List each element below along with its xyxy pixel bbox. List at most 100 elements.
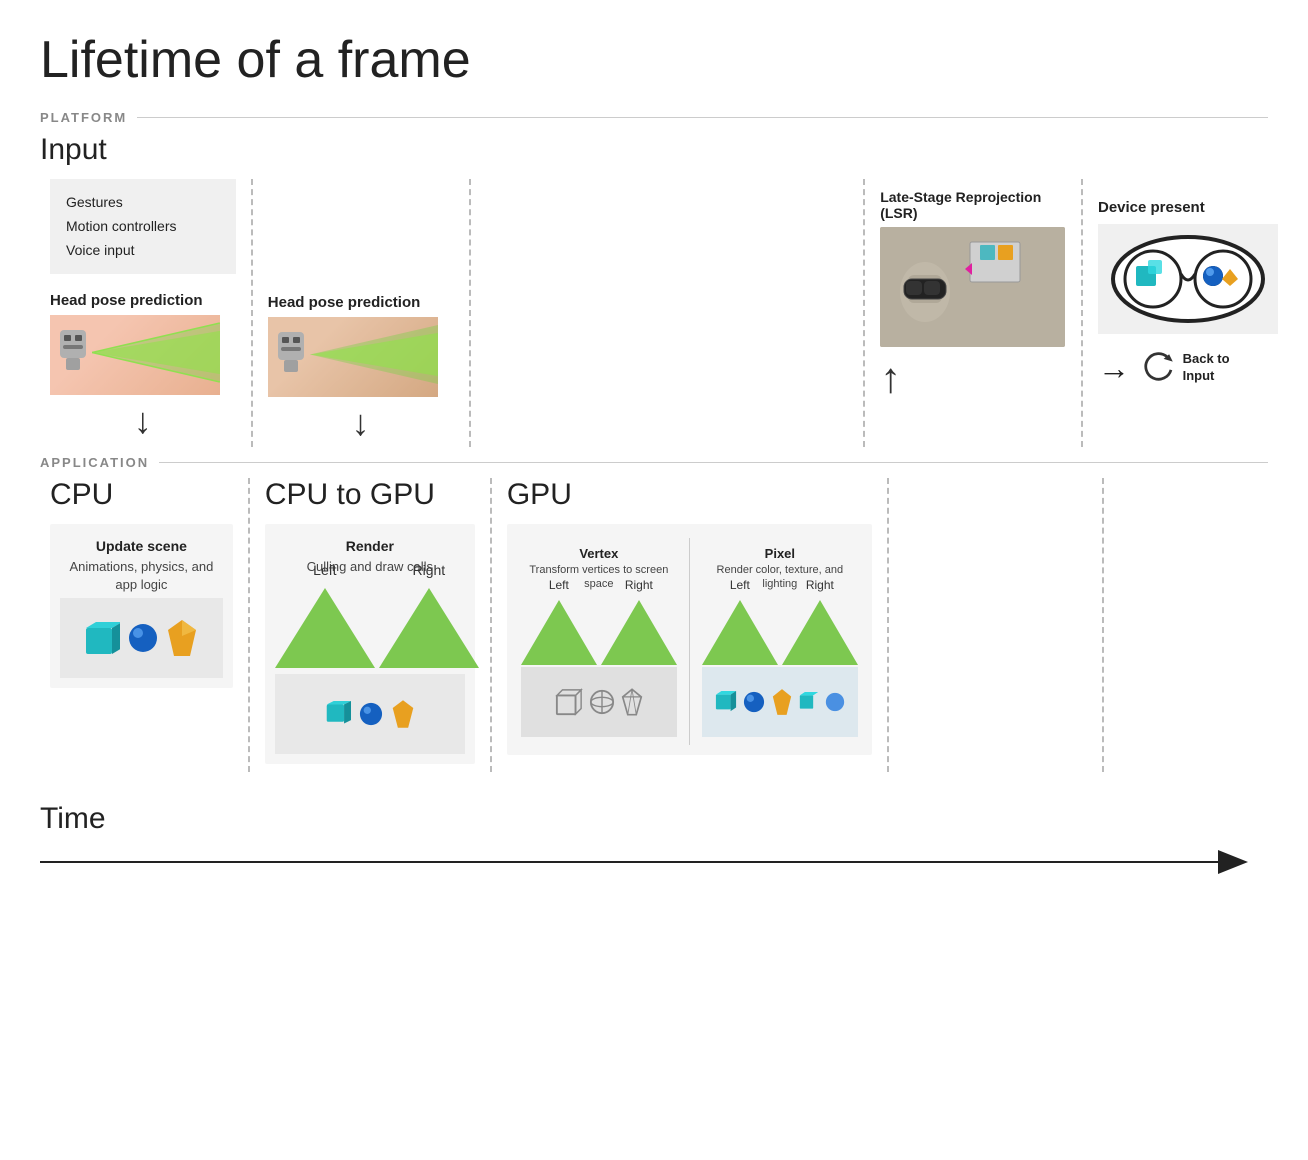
render-triangle-left: Left bbox=[275, 588, 375, 668]
pixel-left-label: Left bbox=[730, 578, 750, 592]
pixel-right-shape: Right bbox=[782, 600, 858, 665]
divider-1 bbox=[251, 179, 253, 447]
col-device-present: Device present bbox=[1088, 179, 1268, 388]
vertex-pixel-divider bbox=[689, 538, 690, 745]
wireframe-gem-icon bbox=[621, 688, 643, 716]
pixel-cube2-icon bbox=[799, 692, 819, 712]
pixel-sphere-icon bbox=[743, 691, 765, 713]
robot-icon-1 bbox=[52, 325, 94, 380]
left-triangle-shape: Left bbox=[275, 588, 375, 668]
arrow-down-1: ↓ bbox=[50, 403, 236, 439]
application-label: APPLICATION bbox=[40, 455, 1268, 470]
time-arrow-line bbox=[40, 861, 1218, 863]
arrow-up-lsr: ↑ bbox=[880, 357, 901, 399]
col-input: Gestures Motion controllers Voice input … bbox=[40, 179, 246, 445]
render-triangle-right: Right bbox=[379, 588, 479, 668]
green-cone-1 bbox=[92, 323, 220, 383]
robot-icon-2 bbox=[270, 327, 312, 382]
goggles-image bbox=[1098, 224, 1278, 334]
lsr-illustration bbox=[880, 227, 1065, 347]
lsr-image bbox=[880, 227, 1065, 347]
render-objects-area bbox=[275, 674, 465, 754]
pixel-triangle-left: Left bbox=[702, 600, 778, 665]
lsr-title: Late-Stage Reprojection (LSR) bbox=[880, 189, 1066, 221]
render-title: Render bbox=[275, 538, 465, 554]
pixel-objects-area bbox=[702, 667, 858, 737]
pixel-cube-icon bbox=[715, 691, 737, 713]
vertex-half: Vertex Transform vertices to screen spac… bbox=[517, 538, 681, 745]
pixel-sub: Render color, texture, and lighting bbox=[702, 563, 858, 592]
vertex-sub: Transform vertices to screen space bbox=[521, 563, 677, 592]
time-section: Time bbox=[40, 792, 1268, 882]
input-item-voice: Voice input bbox=[66, 239, 220, 263]
back-to-input-label: Back to Input bbox=[1183, 351, 1258, 385]
col-headpose2: Head pose prediction ↓ bbox=[258, 179, 464, 447]
pixel-triangles: Left Right bbox=[702, 600, 858, 665]
divider-app-3 bbox=[887, 478, 889, 772]
pixel-sphere2-icon bbox=[825, 692, 845, 712]
head-pose-label-1: Head pose prediction bbox=[50, 292, 236, 309]
platform-label: PLATFORM bbox=[40, 110, 1268, 125]
pixel-gem-icon bbox=[771, 689, 793, 715]
input-items-box: Gestures Motion controllers Voice input bbox=[50, 179, 236, 274]
right-triangle-shape-render: Right bbox=[379, 588, 479, 668]
divider-3 bbox=[863, 179, 865, 447]
divider-app-1 bbox=[248, 478, 250, 772]
green-cone-2 bbox=[310, 325, 438, 385]
time-arrow bbox=[40, 842, 1268, 882]
cpu-label: CPU bbox=[50, 478, 233, 512]
wireframe-cube-icon bbox=[555, 688, 583, 716]
application-columns: CPU Update scene Animations, physics, an… bbox=[40, 478, 1268, 772]
goggles-illustration bbox=[1098, 224, 1278, 334]
cpu-objects-area bbox=[60, 598, 223, 678]
teal-cube-icon bbox=[84, 620, 120, 656]
arrow-down-2: ↓ bbox=[268, 405, 454, 441]
loop-arrow-icon bbox=[1138, 348, 1175, 388]
input-item-motion: Motion controllers bbox=[66, 215, 220, 239]
render-gem-icon bbox=[391, 700, 415, 728]
divider-app-2 bbox=[490, 478, 492, 772]
vertex-left-shape: Left bbox=[521, 600, 597, 665]
head-pose-img-2 bbox=[268, 317, 438, 397]
col-cpu-to-gpu: CPU to GPU Render Culling and draw calls… bbox=[255, 478, 485, 772]
pixel-right-label: Right bbox=[806, 578, 834, 592]
vertex-triangle-right: Right bbox=[601, 600, 677, 665]
pixel-title: Pixel bbox=[702, 546, 858, 561]
device-present-label: Device present bbox=[1098, 199, 1258, 216]
vertex-wireframe-area bbox=[521, 667, 677, 737]
vertex-title: Vertex bbox=[521, 546, 677, 561]
input-item-gestures: Gestures bbox=[66, 191, 220, 215]
blue-sphere-icon bbox=[128, 623, 158, 653]
left-label: Left bbox=[313, 562, 336, 578]
render-triangles: Left Right bbox=[275, 588, 465, 668]
head-pose-img-1 bbox=[50, 315, 220, 395]
pixel-half: Pixel Render color, texture, and lightin… bbox=[698, 538, 862, 745]
update-scene-sub: Animations, physics, and app logic bbox=[60, 558, 223, 594]
gold-gem-icon bbox=[166, 620, 198, 656]
input-label: Input bbox=[40, 133, 1268, 167]
update-scene-title: Update scene bbox=[60, 538, 223, 554]
arrow-right-device: → bbox=[1098, 350, 1130, 387]
gpu-card-inner: Vertex Transform vertices to screen spac… bbox=[517, 538, 862, 745]
head-pose-label-2: Head pose prediction bbox=[268, 294, 454, 311]
vertex-left-label: Left bbox=[549, 578, 569, 592]
divider-4 bbox=[1081, 179, 1083, 447]
pixel-triangle-right: Right bbox=[782, 600, 858, 665]
gpu-card: Vertex Transform vertices to screen spac… bbox=[507, 524, 872, 755]
render-sphere-icon bbox=[359, 702, 383, 726]
gpu-label: GPU bbox=[507, 478, 872, 512]
vertex-right-label: Right bbox=[625, 578, 653, 592]
right-label-render: Right bbox=[413, 562, 446, 578]
wireframe-sphere-icon bbox=[589, 689, 615, 715]
page-title: Lifetime of a frame bbox=[40, 30, 1268, 90]
divider-2 bbox=[469, 179, 471, 447]
render-card: Render Culling and draw calls Left Right bbox=[265, 524, 475, 764]
vertex-right-shape: Right bbox=[601, 600, 677, 665]
col-lsr: Late-Stage Reprojection (LSR) bbox=[870, 179, 1076, 405]
vertex-triangles: Left Right bbox=[521, 600, 677, 665]
time-arrow-head bbox=[1218, 850, 1248, 874]
update-scene-card: Update scene Animations, physics, and ap… bbox=[50, 524, 233, 688]
vertex-triangle-left: Left bbox=[521, 600, 597, 665]
pixel-left-shape: Left bbox=[702, 600, 778, 665]
col-gpu: GPU Vertex Transform vertices to screen … bbox=[497, 478, 882, 763]
